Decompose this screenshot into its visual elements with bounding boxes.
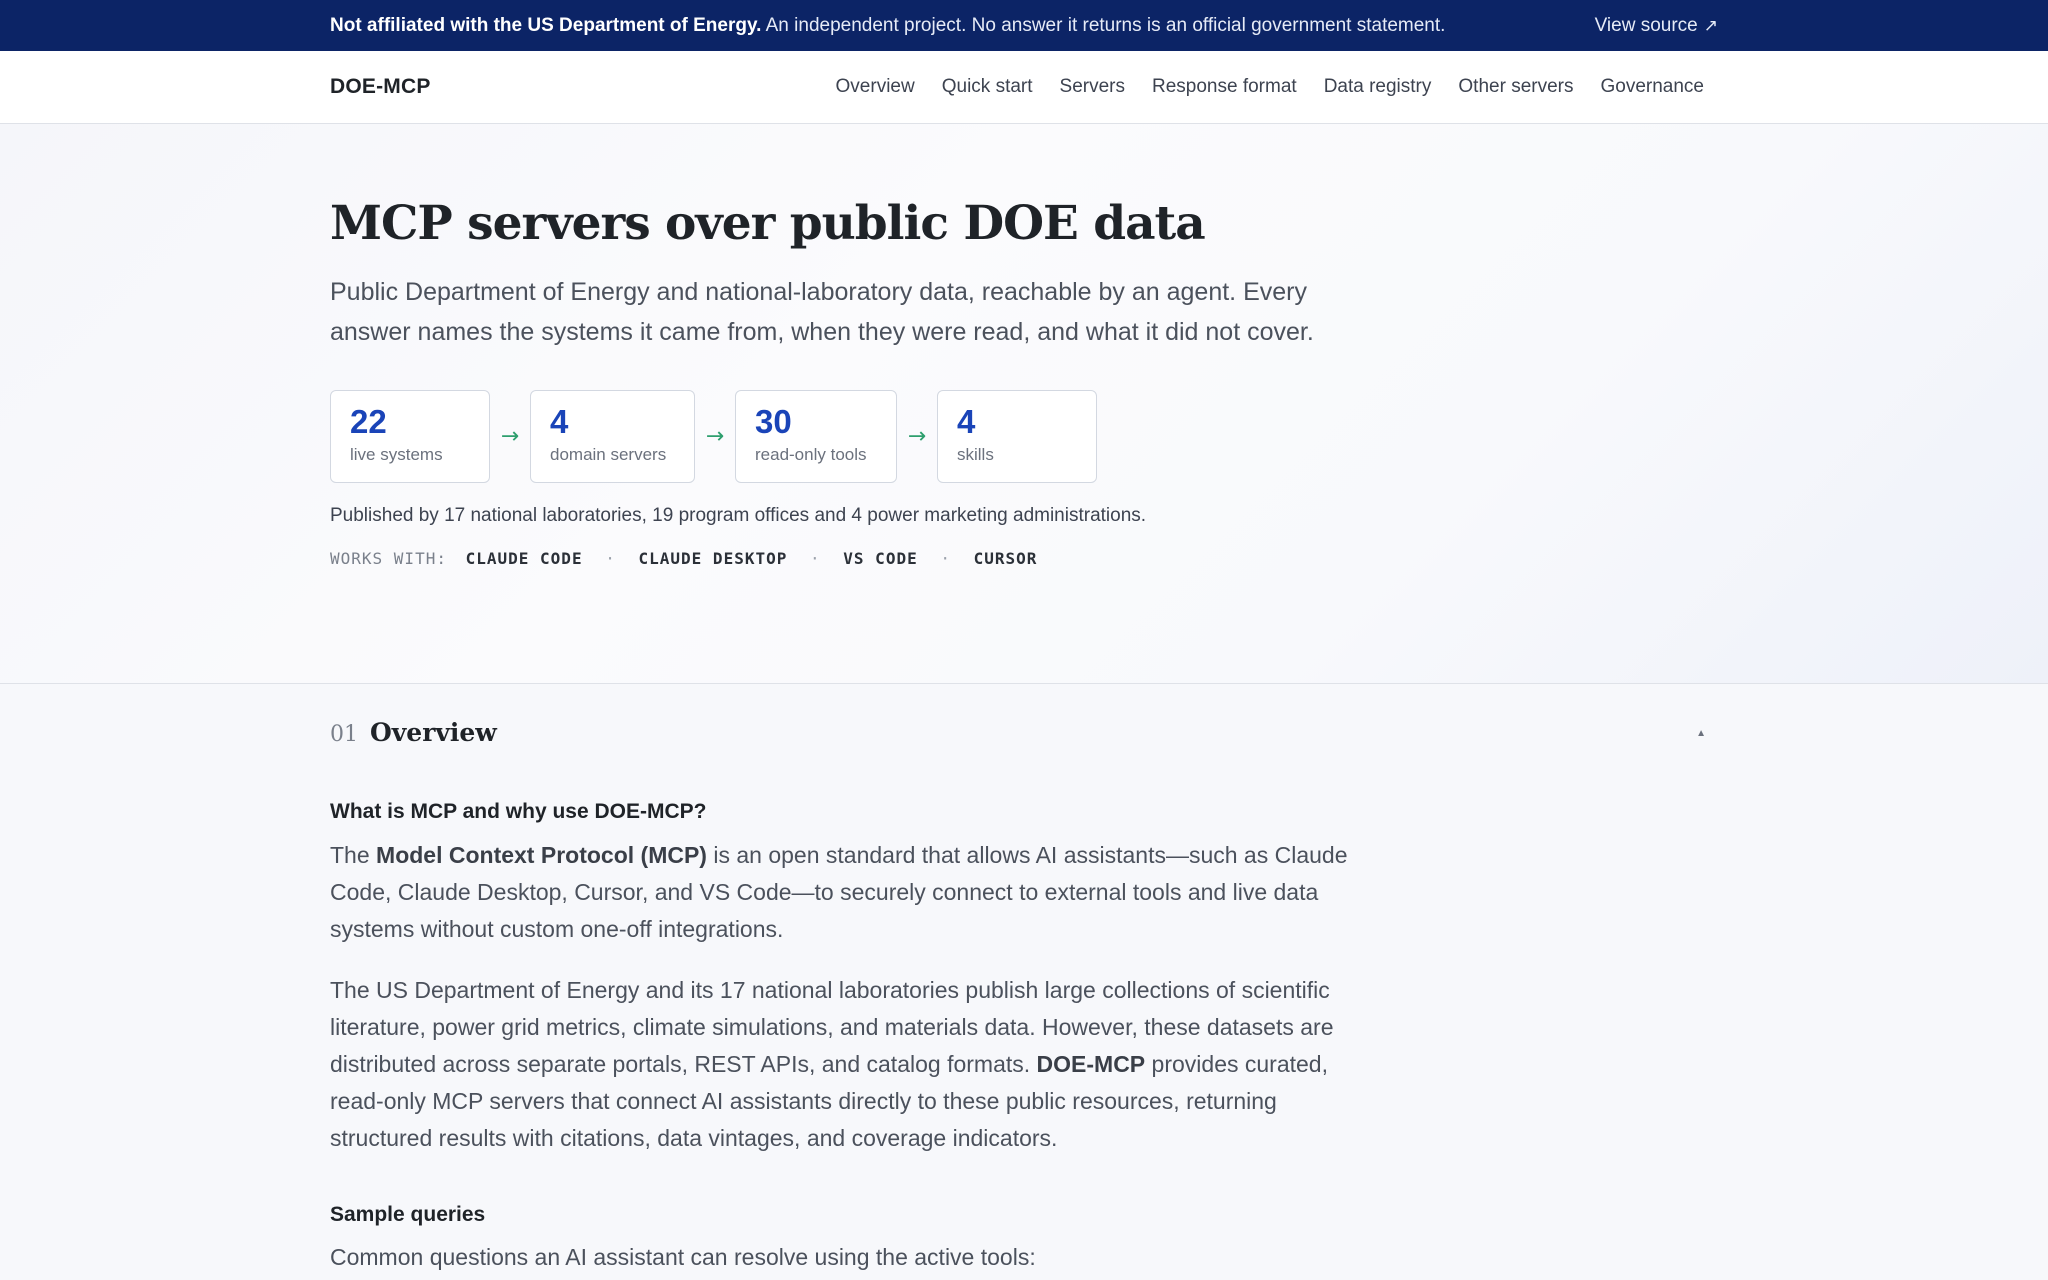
stat-value: 4 (550, 402, 569, 440)
p1-pre: The (330, 842, 377, 868)
mcp-paragraph: The Model Context Protocol (MCP) is an o… (330, 837, 1370, 948)
p2-bold: DOE-MCP (1036, 1051, 1146, 1077)
disclaimer-rest: An independent project. No answer it ret… (761, 14, 1446, 36)
publishers-text: Published by 17 national laboratories, 1… (330, 504, 1147, 526)
stat-value: 4 (957, 402, 976, 440)
external-link-icon: ↗ (1703, 15, 1718, 36)
nav-link-servers[interactable]: Servers (1060, 76, 1125, 98)
disclaimer-bold: Not affiliated with the US Department of… (330, 14, 762, 36)
client-claude-desktop: CLAUDE DESKTOP (638, 548, 788, 568)
separator-dot: · (940, 548, 951, 568)
client-cursor: CURSOR (973, 548, 1038, 568)
nav-link-data-registry[interactable]: Data registry (1324, 76, 1432, 98)
nav-link-overview[interactable]: Overview (836, 76, 915, 98)
stat-label: read-only tools (755, 444, 867, 464)
stat-card-live-systems: 22 live systems (330, 389, 490, 483)
stat-value: 22 (350, 402, 387, 440)
sample-queries-heading: Sample queries (330, 1203, 486, 1226)
arrow-right-icon: → (500, 423, 520, 449)
brand-logo[interactable]: DOE-MCP (330, 75, 431, 99)
stat-label: live systems (350, 444, 443, 464)
arrow-right-icon: → (705, 423, 725, 449)
separator-dot: · (810, 548, 821, 568)
p1-bold: Model Context Protocol (MCP) (376, 842, 707, 868)
view-source-link[interactable]: View source ↗ (1595, 15, 1718, 37)
view-source-label: View source (1594, 14, 1698, 36)
stat-label: domain servers (550, 444, 667, 464)
doe-paragraph: The US Department of Energy and its 17 n… (330, 972, 1370, 1157)
page-title: MCP servers over public DOE data (330, 196, 1206, 251)
nav-link-quick-start[interactable]: Quick start (942, 76, 1033, 98)
client-claude-code: CLAUDE CODE (465, 548, 583, 568)
nav-links: Overview Quick start Servers Response fo… (836, 76, 1718, 98)
nav-link-response-format[interactable]: Response format (1152, 76, 1297, 98)
stats-row: 22 live systems → 4 domain servers → 30 … (330, 389, 1718, 483)
works-with-list: WORKS WITH: CLAUDE CODE · CLAUDE DESKTOP… (330, 549, 1718, 568)
overview-content: What is MCP and why use DOE-MCP? The Mod… (330, 800, 1370, 1276)
hero-lede: Public Department of Energy and national… (330, 277, 1314, 346)
stat-card-read-only-tools: 30 read-only tools (735, 389, 897, 483)
stat-value: 30 (755, 402, 792, 440)
mcp-question-heading: What is MCP and why use DOE-MCP? (330, 800, 707, 823)
section-number: 01 (330, 722, 358, 747)
overview-section: 01 Overview ▲ What is MCP and why use DO… (0, 684, 2048, 1276)
stat-card-skills: 4 skills (937, 389, 1097, 483)
separator-dot: · (605, 548, 616, 568)
top-navigation: DOE-MCP Overview Quick start Servers Res… (0, 51, 2048, 124)
nav-link-other-servers[interactable]: Other servers (1458, 76, 1573, 98)
collapse-caret-icon[interactable]: ▲ (1696, 728, 1706, 739)
nav-link-governance[interactable]: Governance (1600, 76, 1704, 98)
client-vs-code: VS CODE (843, 548, 918, 568)
section-header[interactable]: 01 Overview (330, 684, 1718, 784)
disclaimer-banner: Not affiliated with the US Department of… (0, 0, 2048, 51)
works-with-label: WORKS WITH: (330, 548, 447, 568)
section-title: Overview (370, 718, 497, 747)
stat-card-domain-servers: 4 domain servers (530, 389, 695, 483)
stat-label: skills (957, 444, 994, 464)
hero-section: MCP servers over public DOE data Public … (0, 124, 2048, 684)
arrow-right-icon: → (907, 423, 927, 449)
disclaimer-text: Not affiliated with the US Department of… (330, 15, 1445, 37)
sample-queries-intro: Common questions an AI assistant can res… (330, 1244, 1036, 1270)
